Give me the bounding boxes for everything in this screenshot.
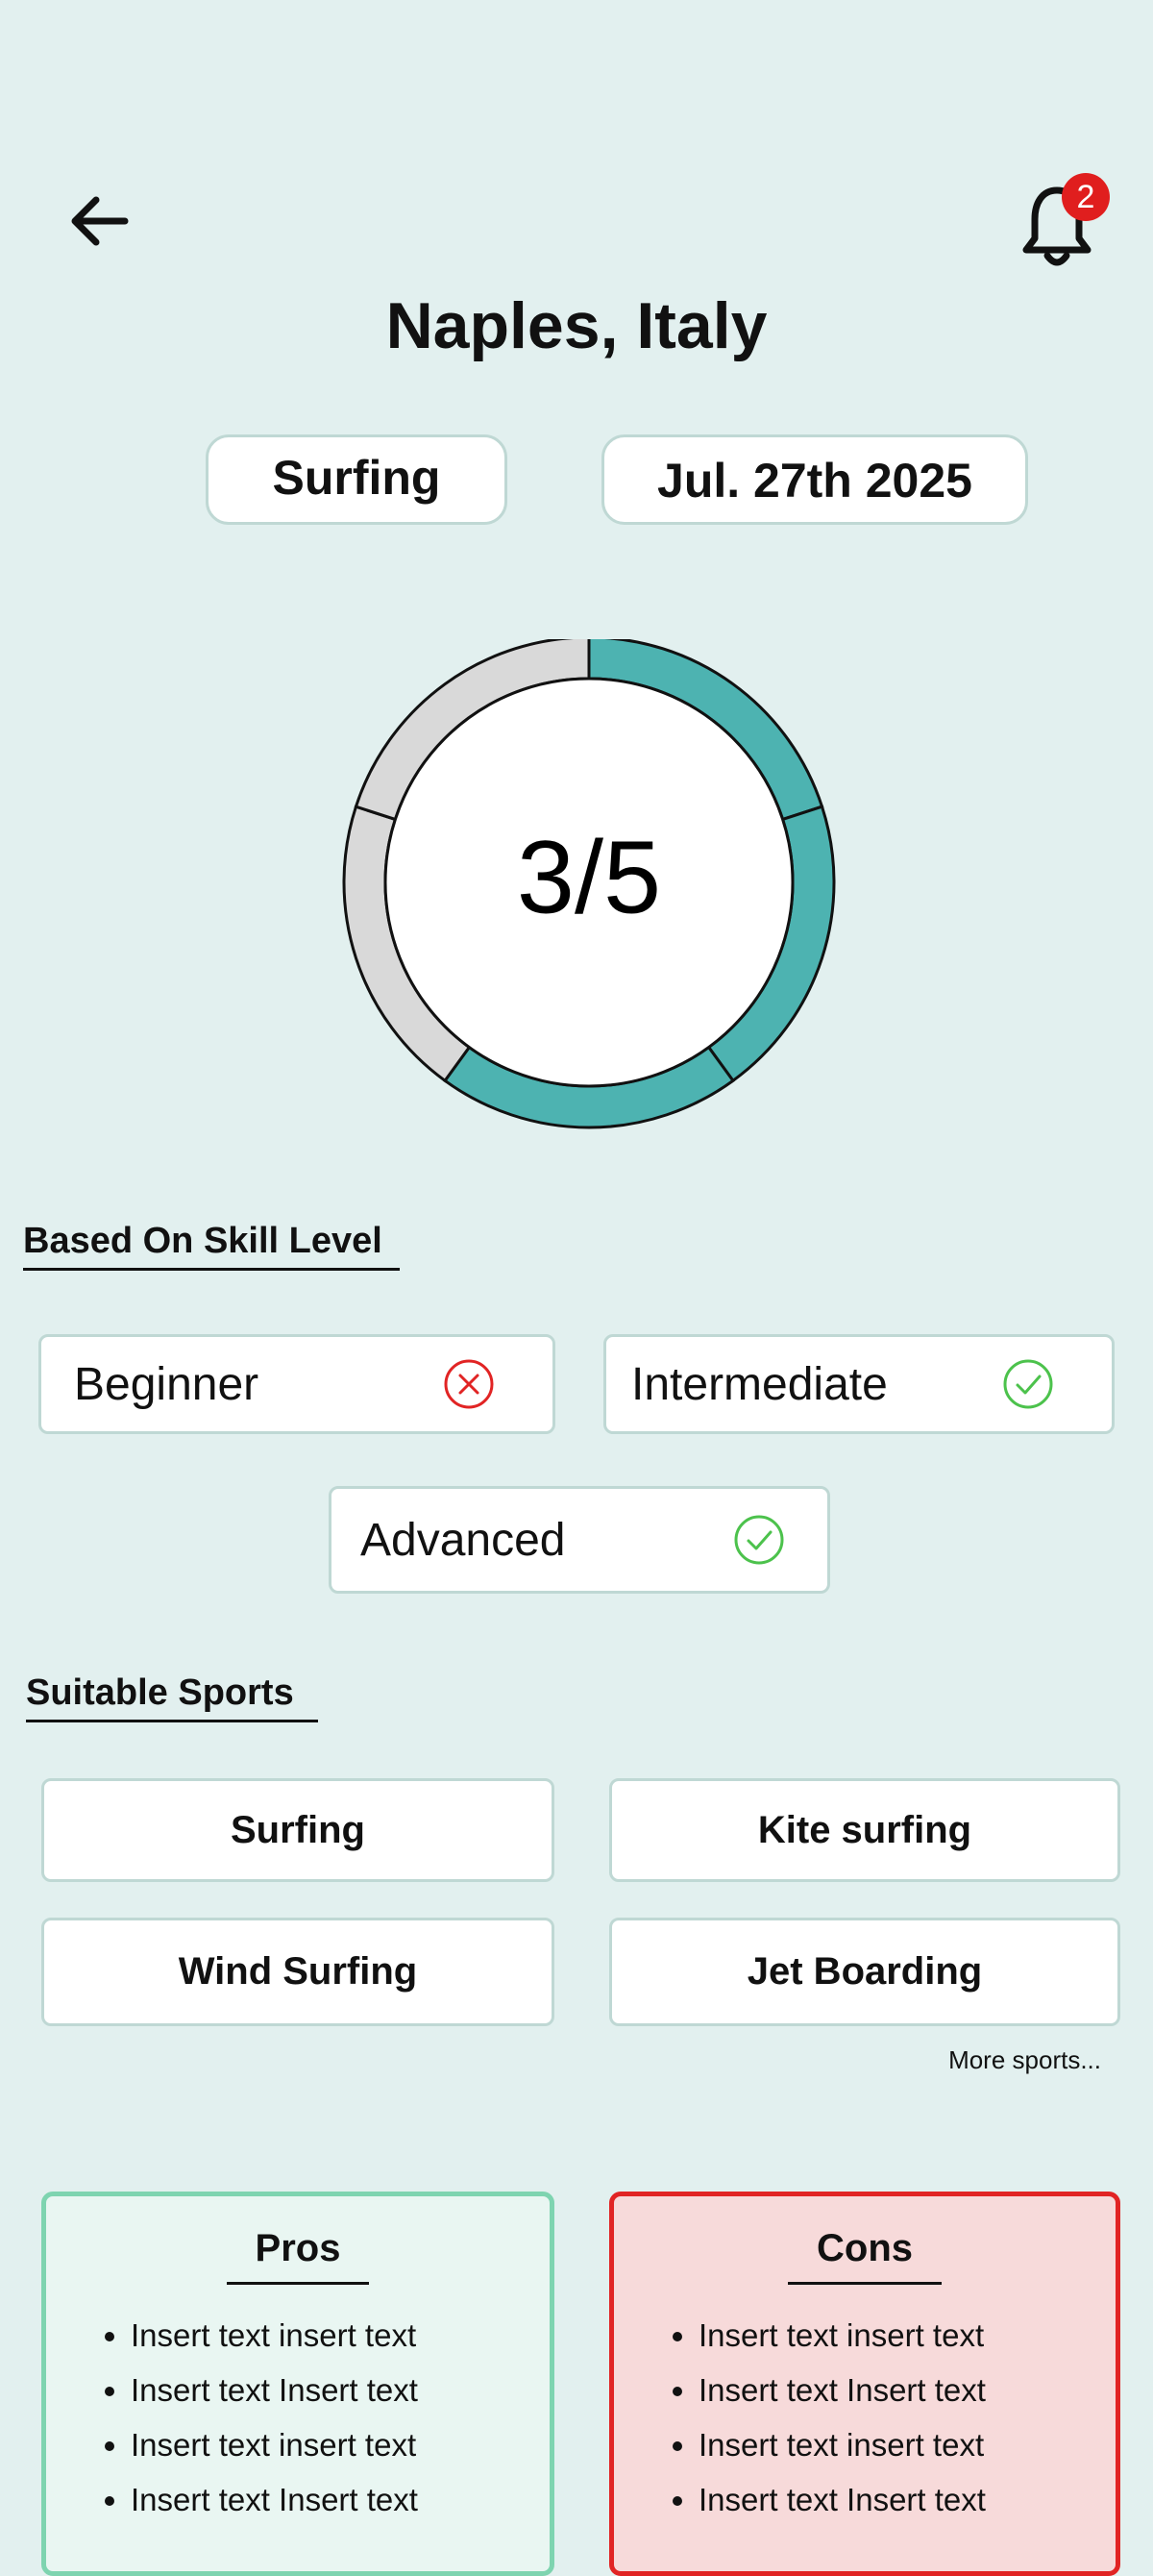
notifications-button[interactable]: 2 xyxy=(1018,173,1124,269)
list-item: Insert text Insert text xyxy=(699,2363,1116,2417)
list-item: Insert text insert text xyxy=(699,2308,1116,2363)
skill-label: Advanced xyxy=(360,1514,566,1566)
score-label: 3/5 xyxy=(517,819,661,935)
skill-advanced: Advanced xyxy=(329,1486,830,1594)
sport-selector[interactable]: Surfing xyxy=(206,434,507,525)
list-item: Insert text insert text xyxy=(131,2308,550,2363)
skill-label: Intermediate xyxy=(631,1358,888,1410)
list-item: Insert text insert text xyxy=(699,2417,1116,2472)
score-gauge: 3/5 xyxy=(342,639,836,1129)
pros-title: Pros xyxy=(226,2227,370,2285)
list-item: Insert text Insert text xyxy=(699,2472,1116,2527)
pros-card: Pros Insert text insert text Insert text… xyxy=(41,2192,554,2576)
back-button[interactable] xyxy=(61,183,138,260)
sport-button[interactable]: Surfing xyxy=(41,1778,554,1882)
skill-label: Beginner xyxy=(74,1358,259,1410)
pros-list: Insert text insert text Insert text Inse… xyxy=(46,2308,550,2527)
notification-badge: 2 xyxy=(1062,173,1110,221)
cons-title: Cons xyxy=(788,2227,942,2285)
skill-intermediate: Intermediate xyxy=(603,1334,1115,1434)
check-circle-icon xyxy=(1003,1359,1053,1409)
list-item: Insert text Insert text xyxy=(131,2363,550,2417)
cons-card: Cons Insert text insert text Insert text… xyxy=(609,2192,1120,2576)
cross-circle-icon xyxy=(444,1359,494,1409)
list-item: Insert text insert text xyxy=(131,2417,550,2472)
arrow-left-icon xyxy=(71,196,129,246)
list-item: Insert text Insert text xyxy=(131,2472,550,2527)
cons-list: Insert text insert text Insert text Inse… xyxy=(614,2308,1116,2527)
skill-beginner: Beginner xyxy=(38,1334,555,1434)
sports-section-title: Suitable Sports xyxy=(26,1672,318,1722)
more-sports-link[interactable]: More sports... xyxy=(922,2045,1101,2075)
sport-button[interactable]: Jet Boarding xyxy=(609,1918,1120,2026)
sport-button[interactable]: Kite surfing xyxy=(609,1778,1120,1882)
sport-button[interactable]: Wind Surfing xyxy=(41,1918,554,2026)
page-title: Naples, Italy xyxy=(385,289,768,362)
check-circle-icon xyxy=(734,1515,784,1565)
skill-section-title: Based On Skill Level xyxy=(23,1221,400,1271)
date-selector[interactable]: Jul. 27th 2025 xyxy=(601,434,1028,525)
